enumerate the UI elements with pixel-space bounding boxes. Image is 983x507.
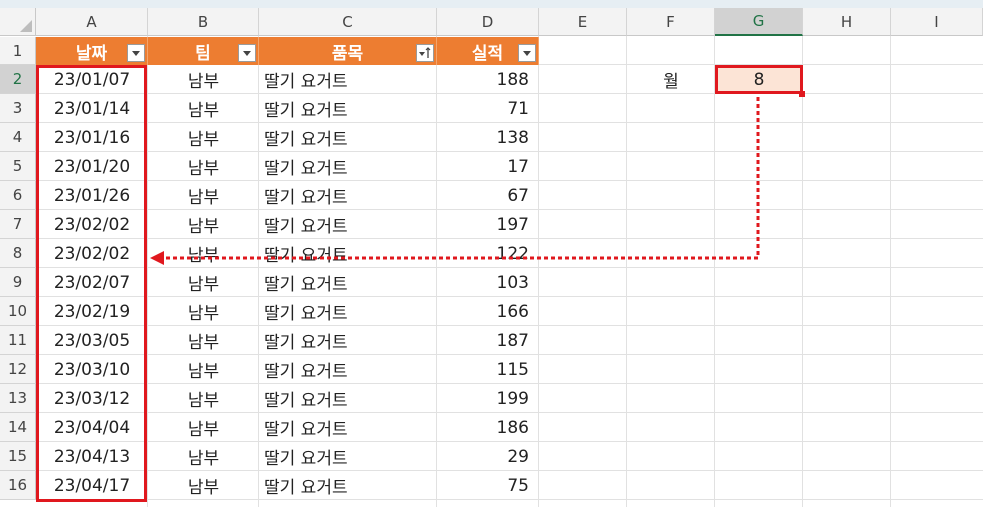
spreadsheet-grid[interactable]: ABCDEFGHI 1 2 3 4 5 6 7 8 9 10 11 12 13 14 15 16 날짜 팀 품목 실… (0, 0, 983, 507)
reference-arrowhead-icon (150, 251, 164, 265)
reference-arrow-line (163, 97, 760, 260)
reference-arrow (150, 97, 760, 265)
